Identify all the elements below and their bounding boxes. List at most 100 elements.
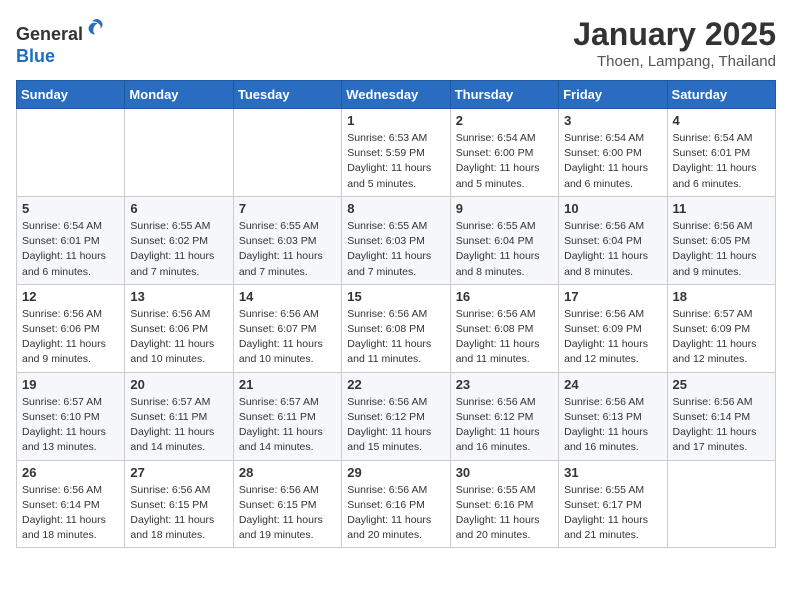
day-info: Sunrise: 6:56 AM Sunset: 6:06 PM Dayligh… [130,307,227,368]
calendar-week-row: 5Sunrise: 6:54 AM Sunset: 6:01 PM Daylig… [17,196,776,284]
calendar-cell: 19Sunrise: 6:57 AM Sunset: 6:10 PM Dayli… [17,372,125,460]
calendar-cell [233,109,341,197]
calendar-cell: 1Sunrise: 6:53 AM Sunset: 5:59 PM Daylig… [342,109,450,197]
logo-general: General [16,24,83,44]
day-info: Sunrise: 6:56 AM Sunset: 6:15 PM Dayligh… [130,483,227,544]
day-info: Sunrise: 6:56 AM Sunset: 6:15 PM Dayligh… [239,483,336,544]
day-info: Sunrise: 6:56 AM Sunset: 6:08 PM Dayligh… [347,307,444,368]
day-number: 24 [564,377,661,392]
day-info: Sunrise: 6:54 AM Sunset: 6:00 PM Dayligh… [564,131,661,192]
day-info: Sunrise: 6:56 AM Sunset: 6:14 PM Dayligh… [673,395,770,456]
calendar-cell: 13 Sunrise: 6:56 AM Sunset: 6:06 PM Dayli… [125,284,233,372]
calendar-cell: 25 Sunrise: 6:56 AM Sunset: 6:14 PM Dayli… [667,372,775,460]
day-info: Sunrise: 6:56 AM Sunset: 6:16 PM Dayligh… [347,483,444,544]
day-number: 14 [239,289,336,304]
day-number: 30 [456,465,553,480]
calendar-week-row: 1Sunrise: 6:53 AM Sunset: 5:59 PM Daylig… [17,109,776,197]
day-number: 27 [130,465,227,480]
day-info: Sunrise: 6:55 AM Sunset: 6:16 PM Dayligh… [456,483,553,544]
calendar-cell: 24Sunrise: 6:56 AM Sunset: 6:13 PM Dayli… [559,372,667,460]
calendar-cell: 3 Sunrise: 6:54 AM Sunset: 6:00 PM Daylig… [559,109,667,197]
day-number: 3 [564,113,661,128]
month-title: January 2025 [573,16,776,53]
calendar-cell: 27 Sunrise: 6:56 AM Sunset: 6:15 PM Dayli… [125,460,233,548]
page-header: General Blue January 2025 Thoen, Lampang… [16,16,776,70]
day-info: Sunrise: 6:53 AM Sunset: 5:59 PM Dayligh… [347,131,444,192]
calendar-cell: 12Sunrise: 6:56 AM Sunset: 6:06 PM Dayli… [17,284,125,372]
day-info: Sunrise: 6:55 AM Sunset: 6:17 PM Dayligh… [564,483,661,544]
day-info: Sunrise: 6:54 AM Sunset: 6:00 PM Dayligh… [456,131,553,192]
calendar-cell: 5Sunrise: 6:54 AM Sunset: 6:01 PM Daylig… [17,196,125,284]
day-number: 19 [22,377,119,392]
weekday-label: Saturday [667,81,775,109]
day-number: 2 [456,113,553,128]
logo-icon [85,16,109,40]
calendar-cell [125,109,233,197]
day-number: 20 [130,377,227,392]
calendar-cell: 11Sunrise: 6:56 AM Sunset: 6:05 PM Dayli… [667,196,775,284]
weekday-label: Thursday [450,81,558,109]
day-info: Sunrise: 6:57 AM Sunset: 6:11 PM Dayligh… [239,395,336,456]
day-number: 22 [347,377,444,392]
calendar-cell: 23Sunrise: 6:56 AM Sunset: 6:12 PM Dayli… [450,372,558,460]
day-number: 21 [239,377,336,392]
day-info: Sunrise: 6:56 AM Sunset: 6:09 PM Dayligh… [564,307,661,368]
calendar-cell: 17 Sunrise: 6:56 AM Sunset: 6:09 PM Dayli… [559,284,667,372]
day-info: Sunrise: 6:56 AM Sunset: 6:05 PM Dayligh… [673,219,770,280]
day-info: Sunrise: 6:56 AM Sunset: 6:04 PM Dayligh… [564,219,661,280]
title-block: January 2025 Thoen, Lampang, Thailand [573,16,776,70]
day-info: Sunrise: 6:55 AM Sunset: 6:02 PM Dayligh… [130,219,227,280]
logo-blue: Blue [16,46,55,66]
calendar-cell: 30 Sunrise: 6:55 AM Sunset: 6:16 PM Dayli… [450,460,558,548]
calendar-cell [667,460,775,548]
day-number: 31 [564,465,661,480]
day-number: 13 [130,289,227,304]
calendar-cell: 28 Sunrise: 6:56 AM Sunset: 6:15 PM Dayli… [233,460,341,548]
day-info: Sunrise: 6:57 AM Sunset: 6:11 PM Dayligh… [130,395,227,456]
day-number: 29 [347,465,444,480]
calendar-cell: 16 Sunrise: 6:56 AM Sunset: 6:08 PM Dayli… [450,284,558,372]
day-info: Sunrise: 6:55 AM Sunset: 6:04 PM Dayligh… [456,219,553,280]
weekday-header-row: SundayMondayTuesdayWednesdayThursdayFrid… [17,81,776,109]
day-number: 8 [347,201,444,216]
calendar-cell: 21 Sunrise: 6:57 AM Sunset: 6:11 PM Dayli… [233,372,341,460]
calendar-body: 1Sunrise: 6:53 AM Sunset: 5:59 PM Daylig… [17,109,776,548]
calendar-cell: 7Sunrise: 6:55 AM Sunset: 6:03 PM Daylig… [233,196,341,284]
calendar-cell: 8 Sunrise: 6:55 AM Sunset: 6:03 PM Daylig… [342,196,450,284]
day-number: 18 [673,289,770,304]
day-number: 16 [456,289,553,304]
calendar-cell: 20 Sunrise: 6:57 AM Sunset: 6:11 PM Dayli… [125,372,233,460]
calendar-table: SundayMondayTuesdayWednesdayThursdayFrid… [16,80,776,548]
day-number: 9 [456,201,553,216]
day-number: 5 [22,201,119,216]
calendar-cell: 10 Sunrise: 6:56 AM Sunset: 6:04 PM Dayli… [559,196,667,284]
day-info: Sunrise: 6:56 AM Sunset: 6:12 PM Dayligh… [347,395,444,456]
day-number: 6 [130,201,227,216]
logo: General Blue [16,16,109,67]
day-number: 10 [564,201,661,216]
calendar-cell: 2 Sunrise: 6:54 AM Sunset: 6:00 PM Daylig… [450,109,558,197]
day-number: 28 [239,465,336,480]
calendar-cell: 14Sunrise: 6:56 AM Sunset: 6:07 PM Dayli… [233,284,341,372]
calendar-cell: 6 Sunrise: 6:55 AM Sunset: 6:02 PM Daylig… [125,196,233,284]
day-info: Sunrise: 6:54 AM Sunset: 6:01 PM Dayligh… [673,131,770,192]
day-number: 15 [347,289,444,304]
calendar-cell: 31 Sunrise: 6:55 AM Sunset: 6:17 PM Dayli… [559,460,667,548]
day-number: 23 [456,377,553,392]
calendar-cell: 29 Sunrise: 6:56 AM Sunset: 6:16 PM Dayli… [342,460,450,548]
day-info: Sunrise: 6:56 AM Sunset: 6:08 PM Dayligh… [456,307,553,368]
day-info: Sunrise: 6:55 AM Sunset: 6:03 PM Dayligh… [347,219,444,280]
day-number: 26 [22,465,119,480]
calendar-cell: 22 Sunrise: 6:56 AM Sunset: 6:12 PM Dayli… [342,372,450,460]
weekday-label: Monday [125,81,233,109]
day-number: 17 [564,289,661,304]
calendar-cell: 18 Sunrise: 6:57 AM Sunset: 6:09 PM Dayli… [667,284,775,372]
day-number: 25 [673,377,770,392]
weekday-label: Friday [559,81,667,109]
day-info: Sunrise: 6:57 AM Sunset: 6:09 PM Dayligh… [673,307,770,368]
weekday-label: Wednesday [342,81,450,109]
calendar-cell: 15 Sunrise: 6:56 AM Sunset: 6:08 PM Dayli… [342,284,450,372]
calendar-cell: 4 Sunrise: 6:54 AM Sunset: 6:01 PM Daylig… [667,109,775,197]
day-number: 4 [673,113,770,128]
location: Thoen, Lampang, Thailand [573,53,776,70]
